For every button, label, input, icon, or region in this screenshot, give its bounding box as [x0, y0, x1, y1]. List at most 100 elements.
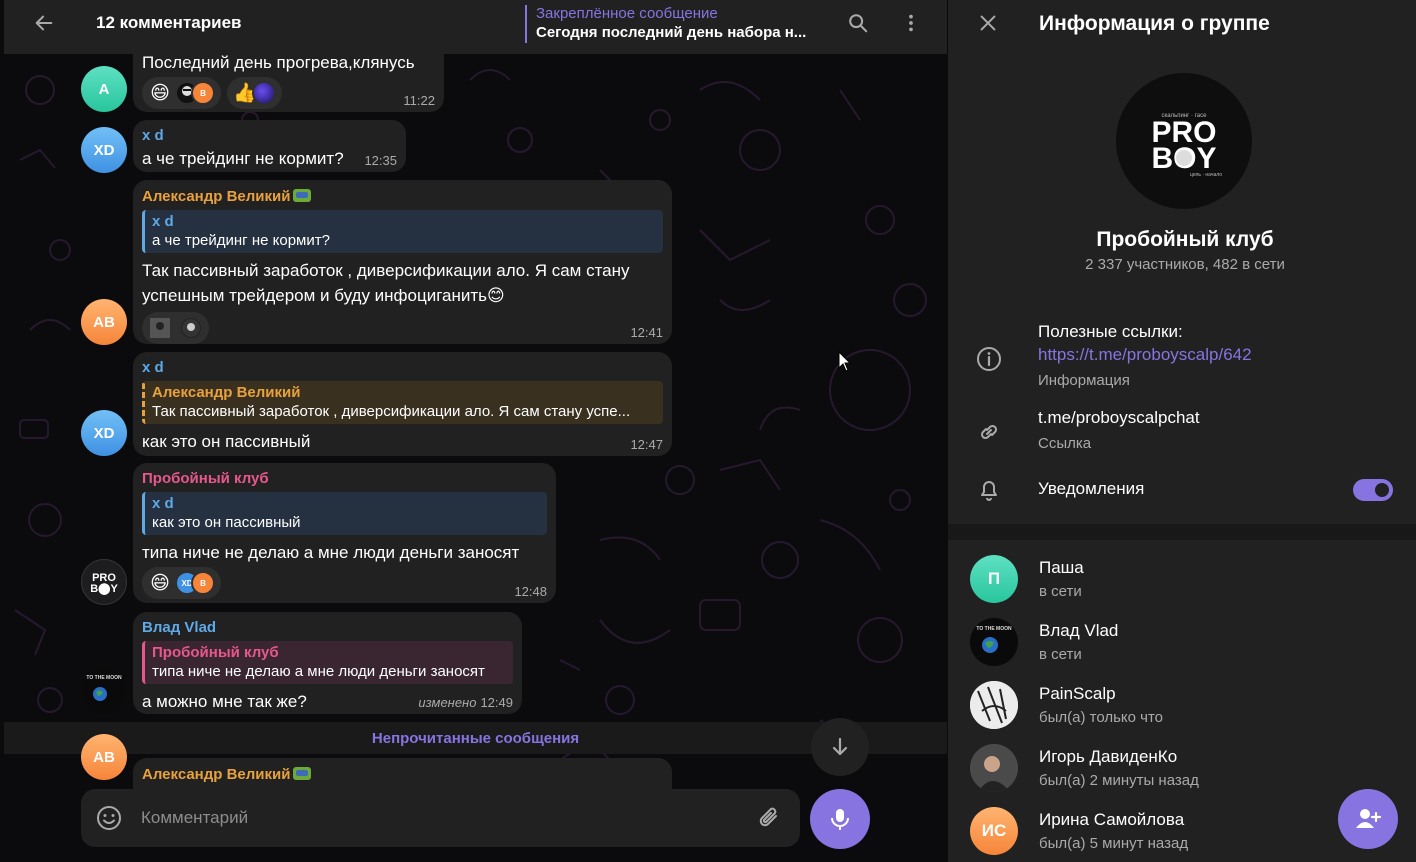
message-bubble[interactable]: x d Александр Великий Так пассивный зара…: [133, 352, 672, 456]
member-name: Влад Vlad: [1039, 621, 1119, 640]
reply-quote[interactable]: Александр Великий Так пассивный заработо…: [142, 381, 663, 424]
close-button[interactable]: [968, 3, 1008, 43]
add-member-button[interactable]: [1338, 789, 1398, 849]
avatar[interactable]: XD: [81, 410, 127, 456]
reply-text: а че трейдинг не кормит?: [152, 232, 330, 249]
message-sender[interactable]: Александр Великий: [142, 186, 663, 207]
paperclip-icon: [759, 807, 777, 827]
reply-text: типа ниче не делаю а мне люди деньги зан…: [152, 663, 485, 680]
avatar[interactable]: XD: [81, 127, 127, 173]
group-name: Пробойный клуб: [1096, 228, 1274, 251]
message-text: Так пассивный заработок , диверсификации…: [142, 258, 663, 308]
message-bubble[interactable]: Александр Великий x d а че трейдинг не к…: [133, 180, 672, 344]
chat-panel: 12 комментариев Закреплённое сообщение С…: [0, 0, 948, 862]
sender-name: Александр Великий: [142, 188, 291, 205]
message-sender[interactable]: x d: [142, 126, 397, 146]
reaction-grinning[interactable]: 😄 B: [142, 77, 221, 109]
attach-button[interactable]: [756, 804, 784, 837]
reaction-grinning[interactable]: 😄 XD B: [142, 567, 221, 599]
voice-record-button[interactable]: [810, 789, 870, 849]
message-bubble[interactable]: x d а че трейдинг не кормит? 12:35: [133, 120, 406, 172]
group-avatar[interactable]: скальпинг · гасе PRO BOY цель · начало: [1116, 73, 1252, 209]
message-bubble[interactable]: Пробойный клуб x d как это он пассивный …: [133, 463, 556, 603]
mouse-cursor-icon: [838, 351, 852, 372]
message-sender[interactable]: x d: [142, 358, 663, 378]
arrow-down-icon: [832, 737, 848, 756]
message-meta: изменено 12:49: [418, 695, 513, 710]
message-sender[interactable]: Пробойный клуб: [142, 469, 547, 489]
chat-link-label: Ссылка: [1038, 435, 1092, 452]
back-button[interactable]: [24, 3, 64, 43]
message-text: типа ниче не делаю а мне люди деньги зан…: [142, 543, 520, 562]
message-time: 12:41: [630, 325, 663, 340]
pinned-message[interactable]: Закреплённое сообщение Сегодня последний…: [525, 5, 815, 43]
message-text: а че трейдинг не кормит?: [142, 149, 344, 168]
member-status: в сети: [1039, 583, 1082, 600]
reply-quote[interactable]: x d а че трейдинг не кормит?: [142, 210, 663, 253]
avatar[interactable]: AB: [81, 734, 127, 780]
avatar[interactable]: AB: [81, 299, 127, 345]
search-button[interactable]: [838, 3, 878, 43]
toggle-knob: [1373, 481, 1391, 499]
user-photo-icon: [150, 318, 170, 338]
proboy-logo-icon: скальпинг · гасе PRO BOY цель · начало: [1117, 74, 1251, 208]
emoji-button[interactable]: [95, 804, 123, 837]
proboy-logo-icon: PRO B⬤Y: [90, 572, 118, 595]
arrow-left-icon: [35, 15, 53, 31]
reply-text: Так пассивный заработок , диверсификации…: [152, 403, 631, 420]
message-time: 12:35: [364, 153, 397, 168]
message-time: 12:47: [630, 437, 663, 452]
earth-photo-icon: TO THE MOON: [81, 668, 127, 714]
avatar[interactable]: TO THE MOON: [81, 668, 127, 714]
message-text-line: Так пассивный заработок , диверсификации…: [142, 261, 630, 280]
links-label: Информация: [1038, 372, 1130, 389]
user-photo-icon: [182, 319, 200, 337]
links-title: Полезные ссылки:: [1038, 322, 1183, 341]
pinned-message-label: Закреплённое сообщение: [536, 5, 718, 22]
member-avatar: [970, 744, 1018, 792]
chat-link: t.me/proboyscalpchat: [1038, 408, 1200, 427]
reactions: [142, 312, 663, 344]
reaction-user-avatar: [179, 316, 203, 340]
reaction-thumbs[interactable]: 👍: [227, 77, 282, 109]
reply-quote[interactable]: x d как это он пассивный: [142, 492, 547, 535]
group-avatar-small[interactable]: PRO B⬤Y: [81, 559, 127, 605]
notifications-toggle[interactable]: [1353, 479, 1393, 501]
reply-text: как это он пассивный: [152, 514, 301, 531]
comment-input[interactable]: [141, 799, 741, 837]
member-item[interactable]: TO THE MOON Влад Vlad в сети: [948, 618, 1416, 681]
reply-sender: Пробойный клуб: [152, 644, 279, 661]
add-user-icon: [1356, 809, 1382, 828]
notifications-row[interactable]: Уведомления: [948, 470, 1416, 510]
info-header: Информация о группе: [948, 0, 1416, 54]
more-menu-button[interactable]: [891, 3, 931, 43]
grinning-face-icon: 😄: [150, 572, 170, 594]
member-item[interactable]: PainScalp был(а) только что: [948, 681, 1416, 744]
member-avatar: [970, 681, 1018, 729]
member-item[interactable]: П Паша в сети: [948, 555, 1416, 618]
member-status: был(а) 5 минут назад: [1039, 835, 1189, 852]
chat-link-row[interactable]: t.me/proboyscalpchat Ссылка: [948, 405, 1416, 455]
links-url[interactable]: https://t.me/proboyscalp/642: [1038, 344, 1252, 366]
reply-quote[interactable]: Пробойный клуб типа ниче не делаю а мне …: [142, 641, 513, 684]
unread-messages-divider: Непрочитанные сообщения: [4, 722, 947, 754]
scroll-down-button[interactable]: [811, 718, 869, 776]
edited-label: изменено: [418, 695, 477, 710]
useful-links-row[interactable]: Полезные ссылки: https://t.me/proboyscal…: [948, 320, 1416, 392]
avatar[interactable]: A: [81, 66, 127, 112]
pepe-badge-icon: [293, 189, 312, 202]
message-bubble[interactable]: Влад Vlad Пробойный клуб типа ниче не де…: [133, 612, 522, 714]
message-sender[interactable]: Александр Великий: [142, 764, 663, 785]
reaction-avatars[interactable]: [142, 312, 209, 344]
message-sender[interactable]: Влад Vlad: [142, 618, 513, 638]
chat-header: 12 комментариев Закреплённое сообщение С…: [4, 0, 947, 54]
sender-name: Александр Великий: [142, 766, 291, 783]
member-name: Паша: [1039, 558, 1084, 577]
info-icon: [977, 347, 1001, 371]
svg-text:TO THE MOON: TO THE MOON: [86, 675, 122, 681]
reply-sender: Александр Великий: [152, 384, 301, 401]
reply-sender: x d: [152, 495, 174, 512]
smile-icon: [97, 806, 121, 830]
reaction-user-avatar: B: [191, 571, 215, 595]
group-info-panel: Информация о группе скальпинг · гасе PRO…: [948, 0, 1416, 862]
